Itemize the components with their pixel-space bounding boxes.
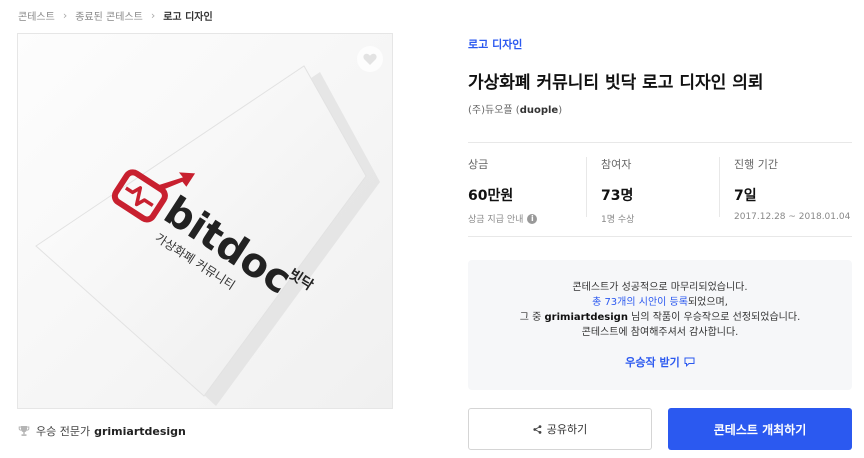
speech-bubble-icon xyxy=(684,357,695,367)
stat-prize: 상금 60만원 상금 지급 안내 i xyxy=(468,156,538,225)
download-winning-entry-label: 우승작 받기 xyxy=(625,356,680,369)
stat-prize-label: 상금 xyxy=(468,158,489,171)
stat-period-sub: 2017.12.28 ~ 2018.01.04 xyxy=(734,212,851,222)
stat-prize-value: 60만원 xyxy=(468,188,514,204)
winning-artwork-image[interactable]: bitdoc 빗닥 가상화폐 커뮤니티 xyxy=(17,33,393,409)
stat-participants-sub: 1명 수상 xyxy=(601,215,635,225)
breadcrumb-chevron-icon: › xyxy=(62,8,68,22)
notice-line-4: 콘테스트에 참여해주셔서 감사합니다. xyxy=(581,327,739,338)
trophy-icon xyxy=(18,425,30,437)
host-contest-button-label: 콘테스트 개최하기 xyxy=(713,422,807,437)
notice-line-1: 콘테스트가 성공적으로 마무리되었습니다. xyxy=(572,282,748,293)
stat-period-value: 7일 xyxy=(734,188,757,204)
notice-line-2-rest: 되었으며, xyxy=(687,297,728,308)
stats-divider xyxy=(586,157,587,217)
stats-divider xyxy=(719,157,720,217)
share-button-label: 공유하기 xyxy=(546,423,588,436)
contest-title: 가상화폐 커뮤니티 빗닥 로고 디자인 의뢰 xyxy=(468,73,764,93)
notice-line-3: 그 중 grimiartdesign 님의 작품이 우승작으로 선정되었습니다. xyxy=(468,310,852,325)
breadcrumb-item-current: 로고 디자인 xyxy=(163,11,213,23)
download-winning-entry-button[interactable]: 우승작 받기 xyxy=(625,354,695,370)
stat-period: 진행 기간 7일 2017.12.28 ~ 2018.01.04 xyxy=(734,156,851,222)
notice-line-2: 총 73개의 시안이 등록되었으며, xyxy=(468,295,852,310)
breadcrumb-chevron-icon: › xyxy=(150,8,156,22)
breadcrumb: 콘테스트 › 종료된 콘테스트 › 로고 디자인 xyxy=(18,7,213,23)
stats-top-divider xyxy=(468,142,852,143)
stat-prize-sub: 상금 지급 안내 xyxy=(468,215,524,225)
breadcrumb-item-ended[interactable]: 종료된 콘테스트 xyxy=(75,8,143,23)
prize-payment-info-link[interactable]: 상금 지급 안내 i xyxy=(468,212,538,225)
company-prefix: (주)듀오플 xyxy=(468,105,513,116)
completion-notice: 콘테스트가 성공적으로 마무리되었습니다. 총 73개의 시안이 등록되었으며,… xyxy=(468,260,852,390)
winner-name[interactable]: grimiartdesign xyxy=(94,425,186,438)
winner-info: 우승 전문가 grimiartdesign xyxy=(18,423,186,439)
host-contest-button[interactable]: 콘테스트 개최하기 xyxy=(668,408,852,450)
heart-icon xyxy=(363,53,377,65)
notice-line-3-prefix: 그 중 xyxy=(519,312,542,323)
share-button[interactable]: 공유하기 xyxy=(468,408,652,450)
stat-participants-label: 참여자 xyxy=(601,158,632,171)
like-heart-button[interactable] xyxy=(357,46,383,72)
breadcrumb-item-contest[interactable]: 콘테스트 xyxy=(18,8,55,23)
stat-participants: 참여자 73명 1명 수상 xyxy=(601,156,634,225)
info-icon: i xyxy=(527,213,538,224)
winner-label: 우승 전문가 xyxy=(36,425,91,438)
company-english-name: duople xyxy=(519,105,559,116)
stat-participants-value: 73명 xyxy=(601,188,634,204)
submissions-count-link[interactable]: 총 73개의 시안이 등록 xyxy=(592,297,688,308)
company-name: (주)듀오플 (duople) xyxy=(468,105,563,116)
contest-category[interactable]: 로고 디자인 xyxy=(468,36,522,52)
stat-period-label: 진행 기간 xyxy=(734,158,778,171)
notice-winner-name: grimiartdesign xyxy=(544,312,628,323)
notice-line-3-rest: 님의 작품이 우승작으로 선정되었습니다. xyxy=(631,312,801,323)
stats-bottom-divider xyxy=(468,236,852,237)
share-icon xyxy=(533,424,542,434)
